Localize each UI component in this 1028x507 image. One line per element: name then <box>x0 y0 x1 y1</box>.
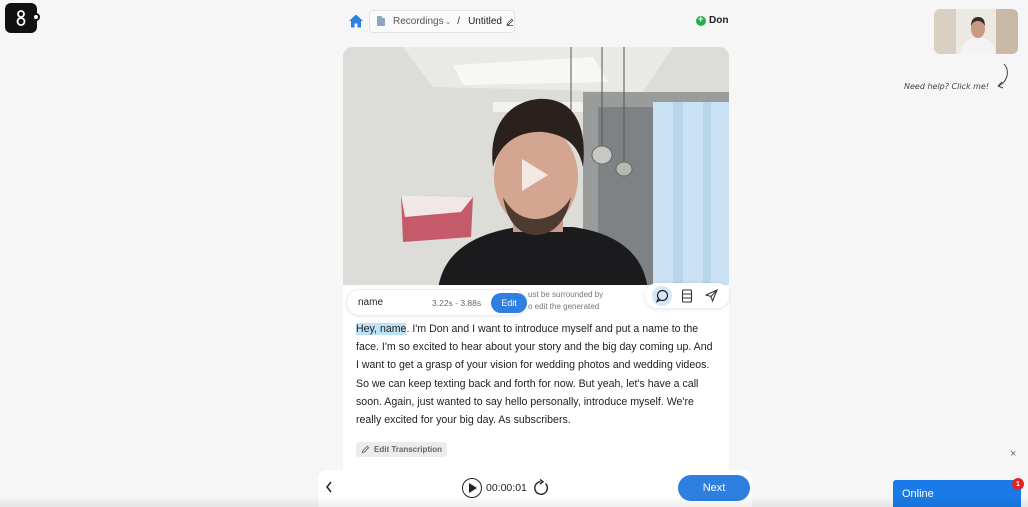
breadcrumb-recordings[interactable]: Recordings <box>393 16 444 27</box>
playback-controls: 00:00:01 <box>462 478 550 498</box>
app-logo[interactable] <box>5 3 40 33</box>
folder-icon <box>377 15 385 26</box>
online-status-icon <box>696 14 706 26</box>
highlighted-phrase[interactable]: Hey, name <box>356 323 407 335</box>
chevron-left-icon[interactable] <box>324 480 334 494</box>
play-overlay-icon[interactable] <box>522 159 548 191</box>
panel-toolbar <box>645 283 729 308</box>
breadcrumb-separator: / <box>457 16 461 27</box>
word-time-range: 3.22s - 3.88s <box>432 297 482 308</box>
curved-arrow-icon <box>997 63 1008 89</box>
logo-icon <box>16 10 26 26</box>
user-menu[interactable]: Don <box>696 14 729 26</box>
replay-icon[interactable] <box>532 479 550 497</box>
page-edge <box>0 496 1028 507</box>
chat-bubble-icon <box>656 289 669 303</box>
edit-hint-line-1: ust be surrounded by <box>528 290 604 299</box>
home-icon[interactable] <box>348 13 364 29</box>
comment-tool[interactable] <box>652 285 673 306</box>
logo-dot <box>32 13 40 21</box>
help-video-image <box>934 9 1018 54</box>
send-icon <box>705 289 719 302</box>
help-prompt[interactable]: Need help? Click me! <box>904 82 989 91</box>
edit-hint: ust be surrounded by o edit the generate… <box>528 289 628 313</box>
help-video-thumbnail[interactable] <box>934 9 1018 54</box>
transcript-text[interactable]: Hey, name. I'm Don and I want to introdu… <box>356 320 716 429</box>
document-tool[interactable] <box>677 286 697 306</box>
pencil-icon <box>361 445 370 454</box>
edit-hint-line-2: o edit the generated <box>528 302 600 311</box>
chevron-down-icon[interactable]: ⌄ <box>445 17 452 26</box>
pencil-icon[interactable] <box>506 17 514 27</box>
recording-title[interactable]: Untitled <box>468 16 502 27</box>
video-player[interactable] <box>343 47 729 290</box>
playback-time: 00:00:01 <box>486 482 527 494</box>
edit-transcription-button[interactable]: Edit Transcription <box>356 442 448 457</box>
send-tool[interactable] <box>702 286 722 306</box>
edit-word-button[interactable]: Edit <box>491 293 527 313</box>
user-name: Don <box>709 15 729 26</box>
close-icon[interactable]: × <box>1010 448 1016 460</box>
notification-badge: 1 <box>1012 478 1024 490</box>
selected-word[interactable]: name <box>358 297 432 308</box>
transcript-body: . I'm Don and I want to introduce myself… <box>356 323 713 427</box>
breadcrumb: Recordings ⌄ / Untitled <box>369 10 515 33</box>
document-icon <box>681 288 693 303</box>
play-button[interactable] <box>462 478 482 498</box>
edit-transcription-label: Edit Transcription <box>374 445 443 454</box>
